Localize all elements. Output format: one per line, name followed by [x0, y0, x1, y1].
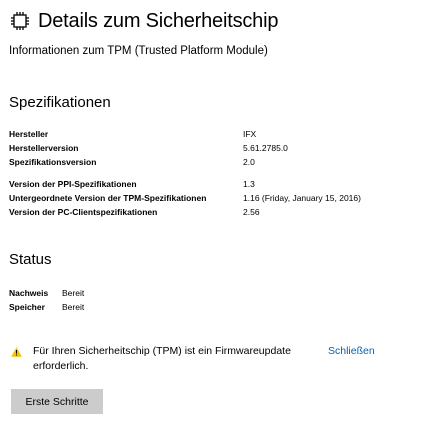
spec-label: Hersteller: [9, 129, 49, 139]
get-started-button[interactable]: Erste Schritte: [11, 389, 103, 414]
status-heading: Status: [9, 251, 52, 268]
spec-value: IFX: [243, 129, 257, 139]
warning-icon: [11, 347, 22, 357]
status-label: Nachweis: [9, 288, 49, 298]
spec-label: Version der PC-Clientspezifikationen: [9, 206, 158, 217]
spec-value: 1.16 (Friday, January 15, 2016): [243, 193, 361, 204]
status-value: Bereit: [62, 302, 85, 312]
spec-label: Spezifikationsversion: [9, 156, 97, 167]
spec-label: Version der PPI-Spezifikationen: [9, 179, 137, 190]
status-value: Bereit: [62, 288, 85, 298]
tpm-details-page: Details zum Sicherheitschip Informatione…: [0, 0, 430, 437]
specs-heading: Spezifikationen: [9, 94, 111, 111]
warning-text: Für Ihren Sicherheitschip (TPM) ist ein …: [33, 345, 291, 372]
close-link[interactable]: Schließen: [328, 344, 375, 359]
status-label: Speicher: [9, 302, 45, 312]
spec-label: Untergeordnete Version der TPM-Spezifika…: [9, 193, 207, 204]
page-subtitle: Informationen zum TPM (Trusted Platform …: [9, 45, 268, 57]
spec-value: 1.3: [243, 179, 255, 190]
spec-label: Herstellerversion: [9, 142, 79, 153]
spec-value: 2.0: [243, 156, 255, 167]
spec-value: 2.56: [243, 206, 260, 217]
spec-value: 5.61.2785.0: [243, 142, 288, 153]
page-title: Details zum Sicherheitschip: [38, 9, 279, 32]
title-row: Details zum Sicherheitschip: [9, 6, 278, 36]
chip-icon: [9, 10, 31, 32]
